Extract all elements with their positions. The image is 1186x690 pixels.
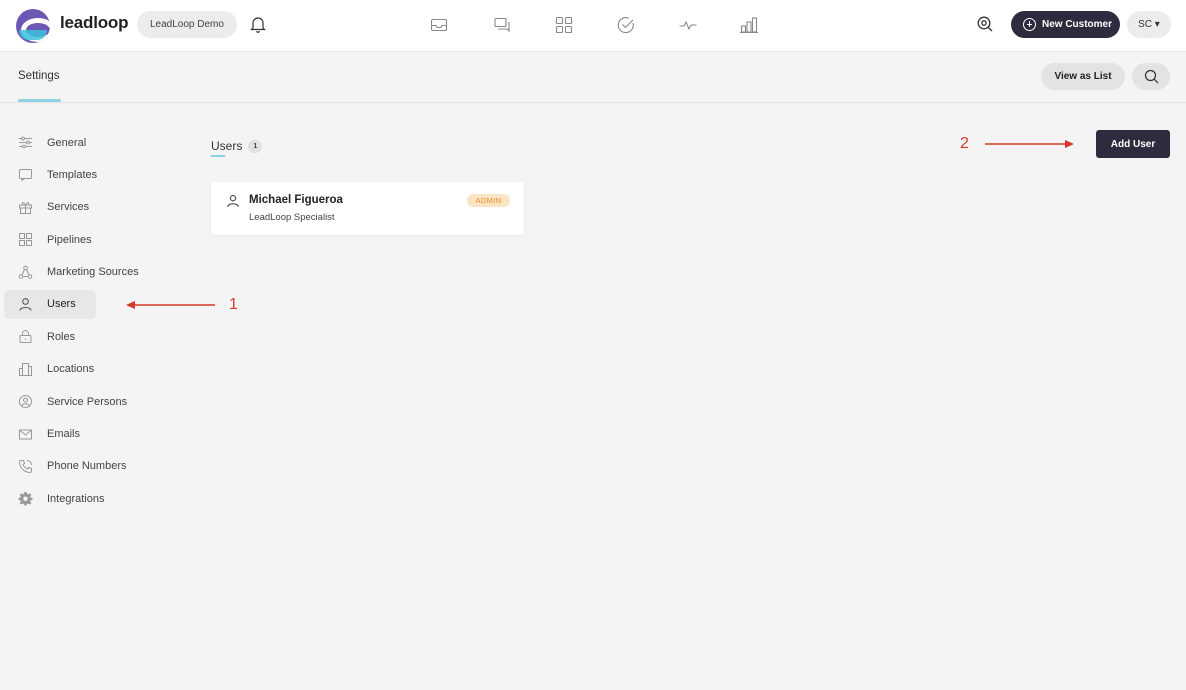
chat-icon[interactable] xyxy=(492,15,512,35)
annotation-arrow-1 xyxy=(126,301,215,309)
sidebar-item-label: Phone Numbers xyxy=(47,460,127,473)
lock-icon xyxy=(19,330,32,344)
sidebar-item-pipelines[interactable]: Pipelines xyxy=(4,225,194,254)
phone-icon xyxy=(18,459,32,473)
search-icon xyxy=(1144,69,1159,84)
pipelines-grid-icon[interactable] xyxy=(554,15,574,35)
gift-icon xyxy=(19,201,32,214)
sidebar-item-label: Locations xyxy=(47,363,95,376)
sidebar-item-marketing-sources[interactable]: Marketing Sources xyxy=(4,258,194,287)
user-icon xyxy=(19,298,32,311)
sidebar-item-label: Users xyxy=(47,298,76,311)
sidebar-item-label: Integrations xyxy=(47,492,105,505)
sidebar-item-label: Services xyxy=(47,201,90,214)
message-icon xyxy=(19,169,32,182)
sidebar-item-service-persons[interactable]: Service Persons xyxy=(4,387,194,416)
sidebar-item-label: Roles xyxy=(47,330,76,343)
top-bar: leadloop LeadLoop Demo New Customer SC ▾ xyxy=(0,0,1186,52)
brand-name: leadloop xyxy=(60,13,129,32)
annotation-label-2: 2 xyxy=(960,135,969,152)
reports-chart-icon[interactable] xyxy=(739,15,759,35)
sidebar-item-label: Marketing Sources xyxy=(47,266,139,279)
building-icon xyxy=(19,362,32,376)
settings-header: Settings View as List xyxy=(0,52,1186,103)
new-customer-button[interactable]: New Customer xyxy=(1011,11,1120,38)
users-count-badge: 1 xyxy=(248,139,263,153)
user-role: LeadLoop Specialist xyxy=(249,212,335,223)
cog-icon xyxy=(18,492,33,506)
grid-icon xyxy=(19,233,32,247)
sidebar-item-label: General xyxy=(47,136,87,149)
sidebar-item-roles[interactable]: Roles xyxy=(4,322,194,351)
bell-icon[interactable] xyxy=(250,16,266,33)
add-user-button[interactable]: Add User xyxy=(1096,130,1170,158)
sidebar-item-emails[interactable]: Emails xyxy=(4,420,194,449)
account-switcher-button[interactable]: LeadLoop Demo xyxy=(137,11,237,38)
sidebar-item-label: Pipelines xyxy=(47,233,92,246)
inbox-icon[interactable] xyxy=(429,15,449,35)
sliders-icon xyxy=(19,136,32,149)
sidebar-item-label: Emails xyxy=(47,428,81,441)
annotation-label-1: 1 xyxy=(229,296,238,313)
activity-pulse-icon[interactable] xyxy=(678,15,698,35)
admin-badge: ADMIN xyxy=(467,194,510,207)
tasks-check-icon[interactable] xyxy=(616,15,636,35)
sidebar-item-integrations[interactable]: Integrations xyxy=(4,484,194,513)
user-name: Michael Figueroa xyxy=(249,194,343,206)
settings-search-button[interactable] xyxy=(1132,63,1170,90)
new-customer-label: New Customer xyxy=(1042,19,1113,30)
global-search-icon[interactable] xyxy=(976,15,994,33)
sidebar-item-label: Service Persons xyxy=(47,395,128,408)
sidebar-item-phone-numbers[interactable]: Phone Numbers xyxy=(4,452,194,481)
user-card[interactable]: Michael Figueroa LeadLoop Specialist ADM… xyxy=(211,182,524,235)
user-menu-button[interactable]: SC ▾ xyxy=(1127,11,1171,38)
view-as-list-button[interactable]: View as List xyxy=(1041,63,1125,90)
person-circle-icon xyxy=(19,395,32,409)
sidebar-item-templates[interactable]: Templates xyxy=(4,160,194,189)
user-icon xyxy=(227,195,239,207)
leadloop-logo-icon[interactable] xyxy=(16,9,50,43)
users-title-underline xyxy=(211,155,225,157)
sidebar-item-services[interactable]: Services xyxy=(4,193,194,222)
users-section-title: Users 1 xyxy=(211,139,263,153)
network-icon xyxy=(18,265,33,279)
sidebar-item-users[interactable]: Users xyxy=(4,289,96,319)
page-title: Settings xyxy=(18,70,60,82)
users-title-text: Users xyxy=(211,139,243,153)
sidebar-item-locations[interactable]: Locations xyxy=(4,355,194,384)
plus-circle-icon xyxy=(1023,18,1036,31)
annotation-arrow-2 xyxy=(985,140,1074,148)
sidebar-item-label: Templates xyxy=(47,168,98,181)
sidebar-item-general[interactable]: General xyxy=(4,128,194,157)
settings-sidebar: General Templates Services Pipelines Mar… xyxy=(4,128,194,517)
title-underline xyxy=(18,99,61,102)
mail-icon xyxy=(19,429,32,440)
